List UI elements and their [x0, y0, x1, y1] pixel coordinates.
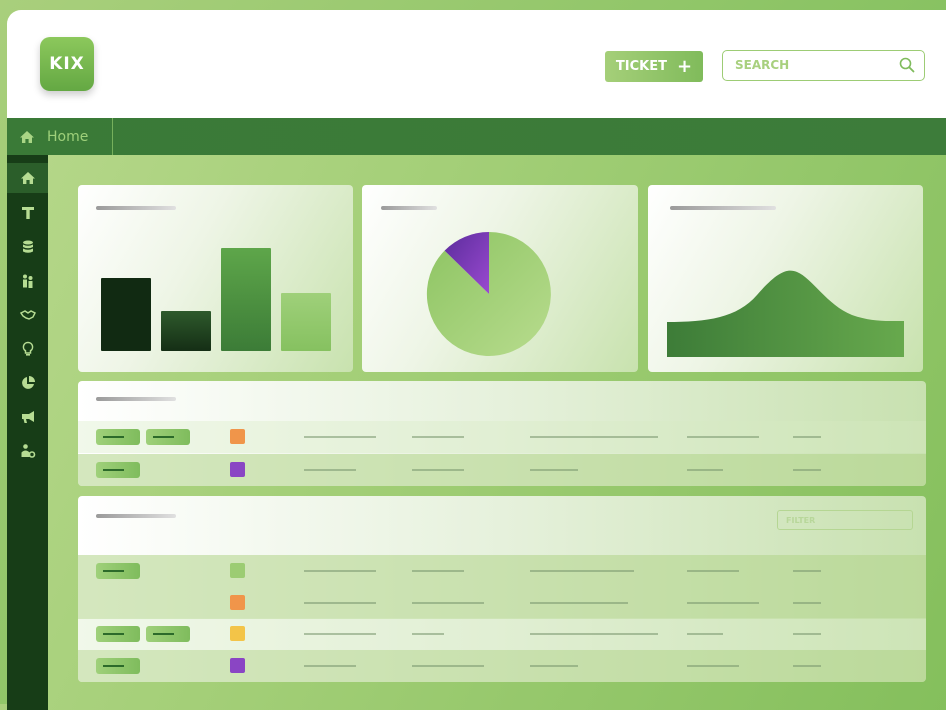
table-row[interactable]: [78, 618, 926, 650]
status-square: [230, 462, 245, 477]
sidebar-item-campaigns[interactable]: [7, 402, 48, 432]
sidebar-item-tickets[interactable]: [7, 198, 48, 228]
label-pill: [146, 429, 190, 445]
megaphone-icon: [21, 411, 34, 423]
bar-1: [101, 278, 151, 351]
widget-title-placeholder: [96, 206, 176, 210]
header: KIX TICKET +: [7, 10, 946, 118]
filter-input[interactable]: FILTER: [777, 510, 913, 530]
label-pill: [96, 462, 140, 478]
table-widget-2: FILTER: [78, 496, 926, 682]
breadcrumb-home[interactable]: Home: [7, 118, 113, 155]
area-series: [667, 270, 904, 357]
sidebar-item-organisations[interactable]: [7, 300, 48, 330]
bar-4: [281, 293, 331, 351]
search-icon[interactable]: [899, 57, 915, 73]
sidebar-item-reports[interactable]: [7, 368, 48, 398]
status-square: [230, 626, 245, 641]
area-chart-widget: [648, 185, 923, 372]
table-row[interactable]: [78, 454, 926, 486]
text-t-icon: [21, 207, 34, 219]
table-widget-1: [78, 381, 926, 486]
label-pill: [96, 563, 140, 579]
user-gear-icon: [21, 444, 35, 458]
database-icon: [22, 240, 33, 253]
home-icon: [20, 172, 35, 184]
pie-chart-icon: [21, 376, 35, 389]
label-pill: [96, 429, 140, 445]
sidebar-item-contacts[interactable]: [7, 266, 48, 296]
sidebar-item-faq[interactable]: [7, 334, 48, 364]
bar-chart-widget: [78, 185, 353, 372]
sidebar-item-admin[interactable]: [7, 436, 48, 466]
lightbulb-icon: [22, 341, 33, 356]
home-icon: [20, 130, 34, 143]
bar-3: [221, 248, 271, 351]
status-square: [230, 658, 245, 673]
widget-title-placeholder: [670, 206, 776, 210]
plus-icon: +: [676, 55, 693, 77]
status-square: [230, 429, 245, 444]
table-row[interactable]: [78, 421, 926, 453]
label-pill: [146, 626, 190, 642]
label-pill: [96, 626, 140, 642]
breadcrumb-home-label: Home: [47, 128, 89, 145]
sidebar: [7, 155, 48, 710]
status-square: [230, 563, 245, 578]
status-square: [230, 595, 245, 610]
label-pill: [96, 658, 140, 674]
table-row[interactable]: [78, 650, 926, 682]
handshake-icon: [19, 310, 36, 320]
bar-2: [161, 311, 211, 351]
kix-logo[interactable]: KIX: [40, 37, 94, 91]
ticket-button-label: TICKET: [615, 59, 667, 74]
users-icon: [22, 274, 32, 288]
pie-chart-widget: [362, 185, 638, 372]
table-row[interactable]: [78, 555, 926, 587]
area-chart: [667, 270, 904, 357]
new-ticket-button[interactable]: TICKET +: [605, 51, 703, 82]
breadcrumb-bar: Home: [7, 118, 946, 155]
widget-title-placeholder: [381, 206, 437, 210]
search-input[interactable]: [733, 57, 887, 73]
widget-title-placeholder: [96, 397, 176, 401]
app-window: KIX TICKET + Home: [7, 10, 946, 710]
sidebar-item-database[interactable]: [7, 232, 48, 262]
widget-title-placeholder: [96, 514, 176, 518]
table-row[interactable]: [78, 587, 926, 619]
sidebar-item-home[interactable]: [7, 163, 48, 193]
pie-chart: [426, 231, 551, 356]
search-box[interactable]: [722, 50, 925, 81]
